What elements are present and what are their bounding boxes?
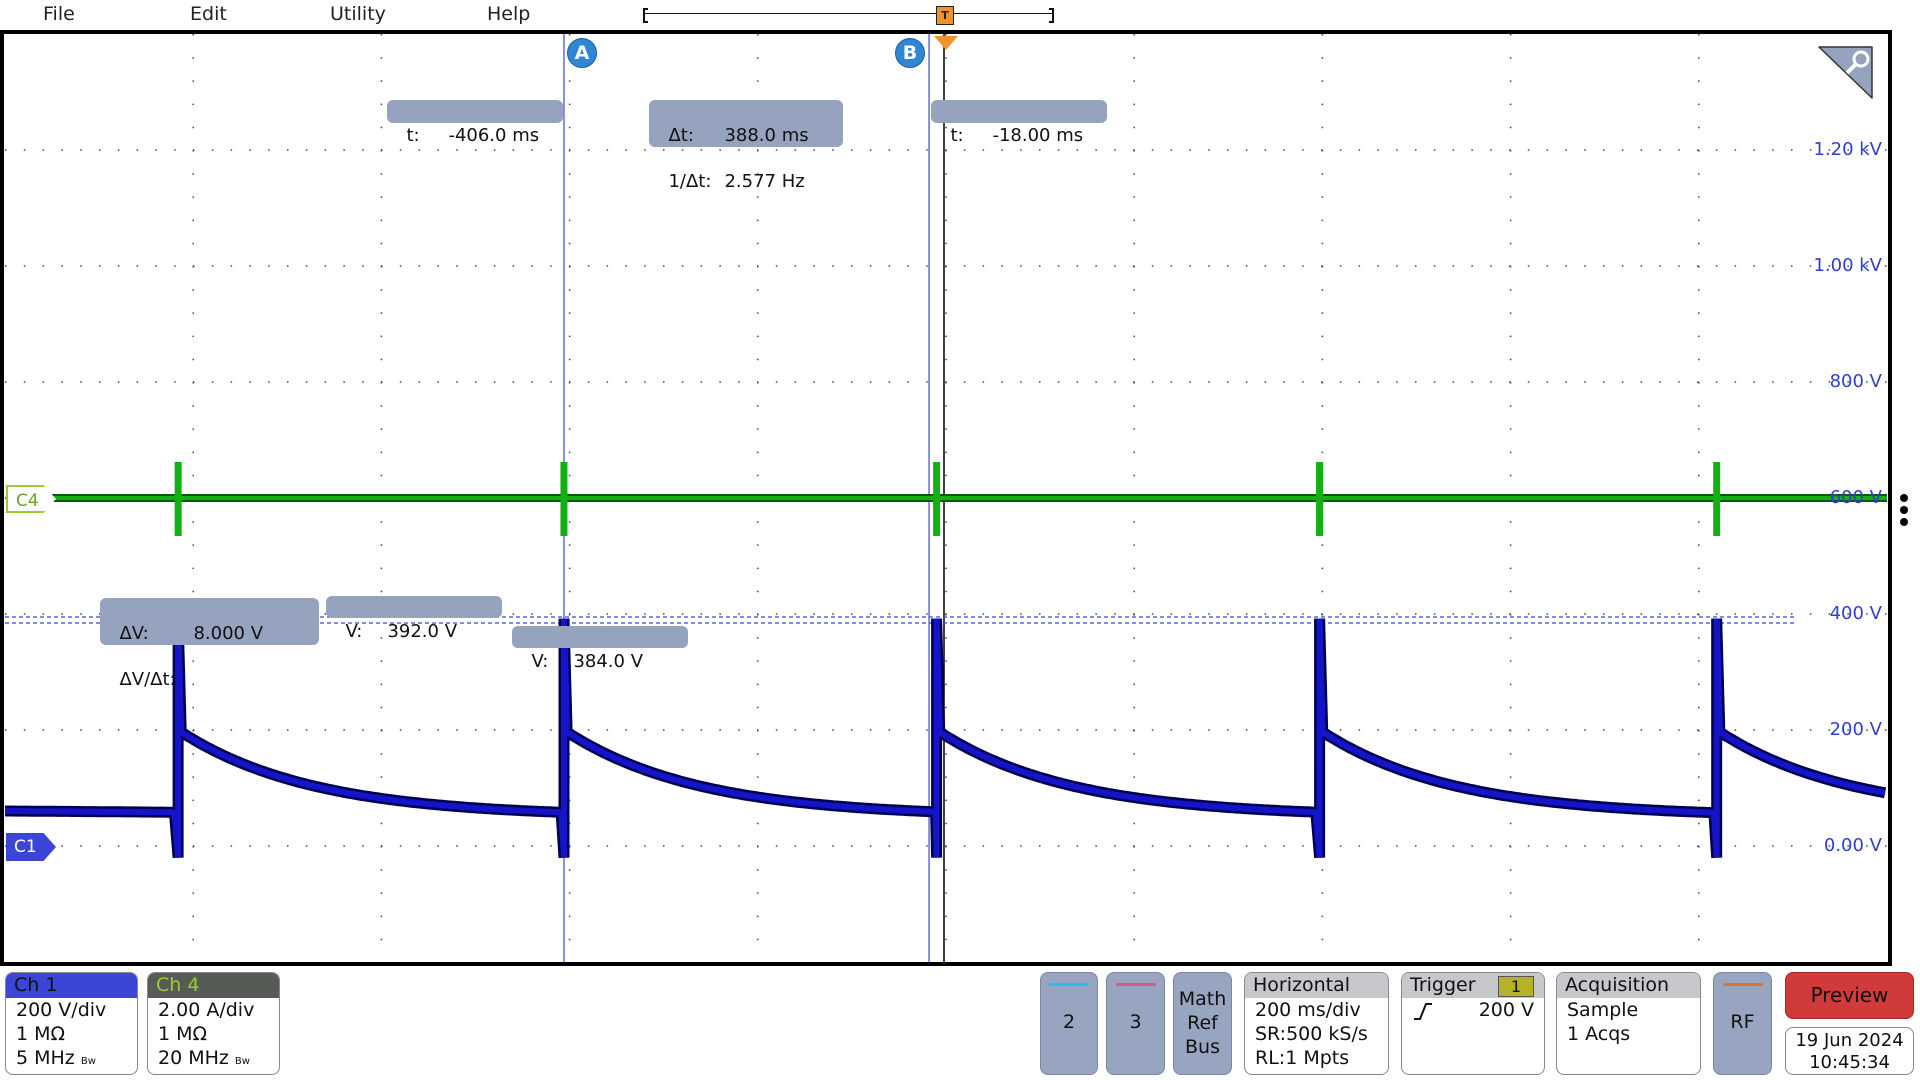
ch3-color-bar [1115,983,1156,986]
dv-label: ΔV: [119,623,149,644]
ch1-badge[interactable]: Ch 1 200 V/div 1 MΩ 5 MHz Bw [5,972,138,1075]
acquisition-title: Acquisition [1557,973,1700,998]
acquisition-mode: Sample [1567,999,1639,1021]
ch4-bandwidth-value: 20 MHz [158,1047,229,1069]
trigger-point-marker [934,36,958,50]
horizontal-badge[interactable]: Horizontal 200 ms/div SR:500 kS/s RL:1 M… [1244,972,1389,1075]
ref-label: Ref [1187,1012,1218,1034]
delta-voltage-readout: ΔV: 8.000 V ΔV/Δt: [100,598,319,690]
ch4-bandwidth: 20 MHz Bw [148,1046,279,1074]
value: 392.0 V [387,621,458,642]
scale-label: 0.00 V [1823,835,1882,856]
dv-value: 8.000 V [193,623,264,644]
ch1-trace [5,618,1886,858]
value: -18.00 ms [992,125,1084,146]
dvdt-label: ΔV/Δt: [119,669,176,690]
bus-label: Bus [1185,1036,1220,1058]
scale-label: 1.00 kV [1813,255,1882,276]
trigger-badge[interactable]: Trigger 1 200 V [1401,972,1545,1075]
zoom-icon[interactable] [1816,44,1876,102]
scale-label: 400 V [1829,603,1882,624]
ch2-color-bar [1049,983,1089,986]
acquisition-badge[interactable]: Acquisition Sample 1 Acqs [1556,972,1701,1075]
cursor-b-voltage-readout: V: 384.0 V [512,626,688,672]
more-options-icon[interactable] [1900,494,1910,530]
dt-value: 388.0 ms [724,125,809,146]
ch2-label: 2 [1062,1011,1076,1033]
cursor-b-handle[interactable]: B [895,38,925,68]
rf-label: RF [1730,1011,1755,1033]
ch3-label: 3 [1129,1011,1142,1033]
label: V: [531,651,549,672]
horizontal-title: Horizontal [1245,973,1388,998]
cursor-b-time-readout: t: -18.00 ms [931,100,1107,146]
ch3-button[interactable]: 3 [1106,972,1165,1075]
scale-label: 200 V [1829,719,1882,740]
acquisition-count: 1 Acqs [1567,1023,1631,1045]
preview-button[interactable]: Preview [1785,972,1914,1019]
ch1-scale: 200 V/div [16,999,107,1021]
rf-color-bar [1722,983,1763,986]
time: 10:45:34 [1809,1052,1890,1073]
sample-rate: SR:500 kS/s [1255,1023,1368,1045]
value: -406.0 ms [448,125,540,146]
label: V: [345,621,363,642]
ch4-title: Ch 4 [148,973,279,998]
math-label: Math [1178,988,1227,1010]
date-time-display[interactable]: 19 Jun 2024 10:45:34 [1785,1027,1914,1075]
trigger-level: 200 V [1478,999,1534,1021]
ch1-title: Ch 1 [6,973,137,998]
ch4-scale: 2.00 A/div [158,999,255,1021]
bw-limit-icon: Bw [234,1056,250,1067]
trigger-source: 1 [1498,976,1534,997]
math-ref-bus-button[interactable]: Math Ref Bus [1173,972,1232,1075]
rf-button[interactable]: RF [1713,972,1772,1075]
label: t: [406,125,420,146]
inv-label: 1/Δt: [668,171,712,192]
scale-label: 800 V [1829,371,1882,392]
ch4-badge[interactable]: Ch 4 2.00 A/div 1 MΩ 20 MHz Bw [147,972,280,1075]
value: 384.0 V [573,651,644,672]
trigger-title: Trigger [1410,974,1476,996]
scale-label: 1.20 kV [1813,139,1882,160]
rising-edge-icon [1414,1002,1432,1020]
label: t: [950,125,964,146]
ch1-impedance: 1 MΩ [16,1023,66,1045]
horizontal-scale: 200 ms/div [1255,999,1361,1021]
date: 19 Jun 2024 [1795,1030,1904,1051]
ch4-impedance: 1 MΩ [158,1023,208,1045]
inv-value: 2.577 Hz [724,171,805,192]
record-length: RL:1 Mpts [1255,1047,1350,1069]
dt-label: Δt: [668,125,694,146]
trigger-settings: 200 V [1402,998,1544,1022]
ch1-bandwidth-value: 5 MHz [16,1047,75,1069]
ch1-bandwidth: 5 MHz Bw [6,1046,137,1074]
trigger-header: Trigger 1 [1402,973,1544,998]
cursor-a-handle[interactable]: A [567,38,597,68]
scale-label: 600 V [1829,487,1882,508]
cursor-a-voltage-readout: V: 392.0 V [326,596,502,642]
cursor-a-time-readout: t: -406.0 ms [387,100,563,146]
bw-limit-icon: Bw [80,1056,96,1067]
delta-time-readout: Δt: 388.0 ms 1/Δt: 2.577 Hz [649,100,843,192]
ch2-button[interactable]: 2 [1040,972,1098,1075]
